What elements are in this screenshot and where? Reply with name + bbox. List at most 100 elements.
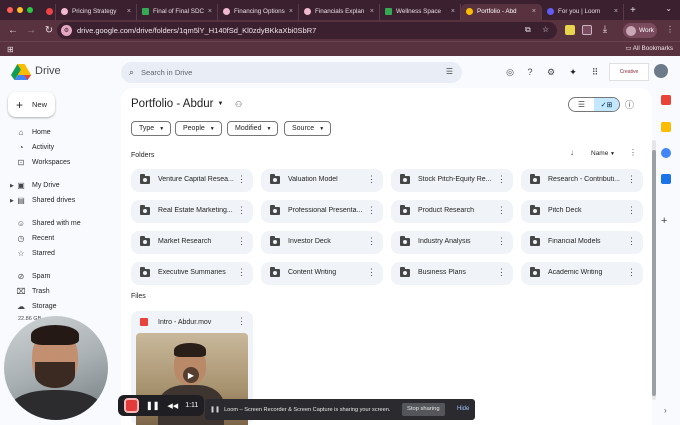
tab-search-icon[interactable]: ⌄: [665, 4, 672, 13]
more-options-icon[interactable]: ⋮: [237, 316, 246, 327]
more-options-icon[interactable]: ⋮: [237, 205, 246, 216]
folder-item[interactable]: Executive Summaries ⋮: [131, 262, 253, 285]
more-options-icon[interactable]: ⋮: [629, 148, 637, 157]
filter-chip-people[interactable]: People ▼: [175, 121, 222, 136]
reload-button[interactable]: ↻: [44, 25, 54, 36]
nav-item-storage[interactable]: ☁ Storage: [0, 300, 116, 313]
folder-item[interactable]: Content Writing ⋮: [261, 262, 383, 285]
webcam-overlay[interactable]: [4, 316, 108, 420]
drag-handle-icon[interactable]: ❚❚: [210, 406, 220, 413]
folder-item[interactable]: Financial Models ⋮: [521, 231, 643, 254]
gemini-sparkle-icon[interactable]: ✦: [567, 66, 579, 78]
help-icon[interactable]: ?: [524, 66, 536, 78]
sort-direction-icon[interactable]: ↓: [570, 148, 574, 157]
site-info-icon[interactable]: ⚙: [61, 25, 72, 36]
search-options-icon[interactable]: ☰: [446, 67, 453, 76]
scrollbar-thumb[interactable]: [652, 150, 656, 396]
hide-button[interactable]: Hide: [457, 403, 469, 416]
more-options-icon[interactable]: ⋮: [367, 236, 376, 247]
more-options-icon[interactable]: ⋮: [367, 174, 376, 185]
folder-item[interactable]: Business Plans ⋮: [391, 262, 513, 285]
expand-caret-icon[interactable]: ▶: [10, 198, 14, 204]
filter-chip-source[interactable]: Source ▼: [284, 121, 332, 136]
more-options-icon[interactable]: ⋮: [627, 174, 636, 185]
more-options-icon[interactable]: ⋮: [237, 267, 246, 278]
settings-gear-icon[interactable]: ⚙: [545, 66, 557, 78]
folder-item[interactable]: Product Research ⋮: [391, 200, 513, 223]
nav-item-workspaces[interactable]: ⊡ Workspaces: [0, 156, 116, 169]
pinned-tab[interactable]: [43, 3, 56, 20]
sort-by-label[interactable]: Name: [591, 150, 608, 157]
pause-icon[interactable]: ❚❚: [146, 401, 159, 410]
nav-item-activity[interactable]: ◔ Activity: [0, 141, 116, 154]
back-button[interactable]: ←: [8, 25, 18, 36]
list-view-icon[interactable]: ☰: [569, 98, 594, 111]
more-options-icon[interactable]: ⋮: [627, 205, 636, 216]
nav-item-my-drive[interactable]: ▶ ▣ My Drive: [0, 179, 116, 192]
close-window-button[interactable]: [7, 7, 13, 13]
folder-item[interactable]: Professional Presenta... ⋮: [261, 200, 383, 223]
bookmark-star-icon[interactable]: ☆: [542, 25, 549, 34]
more-options-icon[interactable]: ⋮: [627, 267, 636, 278]
more-options-icon[interactable]: ⋮: [627, 236, 636, 247]
nav-item-home[interactable]: ⌂ Home: [0, 126, 116, 139]
download-icon[interactable]: ⤓: [600, 24, 610, 35]
tasks-icon[interactable]: [661, 148, 671, 158]
more-options-icon[interactable]: ⋮: [497, 267, 506, 278]
stop-sharing-button[interactable]: Stop sharing: [402, 403, 445, 416]
more-options-icon[interactable]: ⋮: [367, 267, 376, 278]
folder-item[interactable]: Real Estate Marketing... ⋮: [131, 200, 253, 223]
calendar-icon[interactable]: [661, 95, 671, 105]
browser-menu-icon[interactable]: ⋮: [666, 25, 674, 34]
nav-item-starred[interactable]: ☆ Starred: [0, 247, 116, 260]
close-tab-icon[interactable]: ×: [127, 8, 131, 15]
nav-item-shared-with-me[interactable]: ☺ Shared with me: [0, 217, 116, 230]
folder-item[interactable]: Academic Writing ⋮: [521, 262, 643, 285]
folder-item[interactable]: Stock Pitch-Equity Re... ⋮: [391, 169, 513, 192]
profile-button[interactable]: Work: [623, 23, 657, 38]
extensions-puzzle-icon[interactable]: [582, 25, 592, 35]
all-bookmarks-link[interactable]: ▭ All Bookmarks: [625, 45, 673, 52]
nav-item-spam[interactable]: ⊘ Spam: [0, 270, 116, 283]
close-tab-icon[interactable]: ×: [289, 8, 293, 15]
folder-item[interactable]: Investor Deck ⋮: [261, 231, 383, 254]
nav-item-recent[interactable]: ◷ Recent: [0, 232, 116, 245]
apps-grid-icon[interactable]: ⊞: [7, 45, 14, 54]
browser-tab[interactable]: Final of Final SDC ×: [137, 3, 218, 20]
expand-caret-icon[interactable]: ▶: [10, 183, 14, 189]
search-bar[interactable]: ⌕ Search in Drive ☰: [121, 62, 462, 83]
close-tab-icon[interactable]: ×: [532, 8, 536, 15]
browser-tab[interactable]: Wellness Space ×: [380, 3, 461, 20]
keep-icon[interactable]: [661, 122, 671, 132]
maximize-window-button[interactable]: [27, 7, 33, 13]
folder-item[interactable]: Pitch Deck ⋮: [521, 200, 643, 223]
more-options-icon[interactable]: ⋮: [497, 205, 506, 216]
close-tab-icon[interactable]: ×: [451, 8, 455, 15]
filter-chip-modified[interactable]: Modified ▼: [227, 121, 279, 136]
address-bar[interactable]: ⚙ drive.google.com/drive/folders/1qm5lY_…: [57, 22, 557, 39]
restart-icon[interactable]: ◀◀: [167, 402, 178, 410]
minimize-window-button[interactable]: [17, 7, 23, 13]
more-options-icon[interactable]: ⋮: [497, 174, 506, 185]
organization-logo[interactable]: Creative: [609, 63, 649, 81]
contacts-icon[interactable]: [661, 174, 671, 184]
more-options-icon[interactable]: ⋮: [497, 236, 506, 247]
stop-recording-button[interactable]: [124, 398, 139, 413]
extension-icon[interactable]: [565, 25, 575, 35]
new-button[interactable]: + New: [8, 92, 55, 117]
nav-item-shared-drives[interactable]: ▶ ▤ Shared drives: [0, 194, 116, 207]
shared-folder-icon[interactable]: ⚇: [235, 100, 242, 109]
close-tab-icon[interactable]: ×: [208, 8, 212, 15]
close-tab-icon[interactable]: ×: [614, 8, 618, 15]
folder-title-button[interactable]: Portfolio - Abdur ▼: [131, 98, 223, 110]
more-options-icon[interactable]: ⋮: [367, 205, 376, 216]
folder-item[interactable]: Valuation Model ⋮: [261, 169, 383, 192]
browser-tab-active[interactable]: Portfolio - Abd ×: [461, 3, 542, 20]
more-options-icon[interactable]: ⋮: [237, 174, 246, 185]
filter-chip-type[interactable]: Type ▼: [131, 121, 172, 136]
folder-item[interactable]: Research - Contributi... ⋮: [521, 169, 643, 192]
folder-item[interactable]: Industry Analysis ⋮: [391, 231, 513, 254]
apps-grid-icon[interactable]: ⠿: [589, 66, 601, 78]
account-avatar[interactable]: [654, 64, 668, 78]
grid-view-icon[interactable]: ✓⊞: [594, 98, 619, 111]
